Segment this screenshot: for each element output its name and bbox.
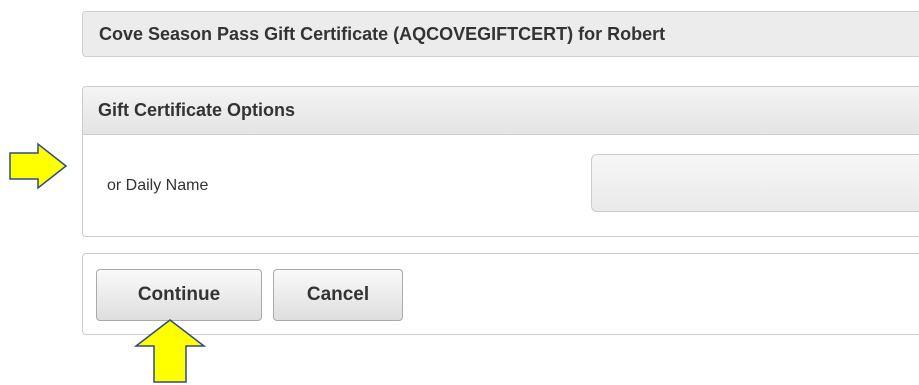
- page-title-bar: Cove Season Pass Gift Certificate (AQCOV…: [82, 11, 919, 57]
- cancel-button[interactable]: Cancel: [273, 269, 403, 321]
- gift-certificate-options-panel: Gift Certificate Options or Daily Name: [82, 86, 919, 237]
- page-title: Cove Season Pass Gift Certificate (AQCOV…: [99, 23, 666, 44]
- options-panel-title: Gift Certificate Options: [98, 100, 296, 120]
- options-panel-header: Gift Certificate Options: [83, 87, 919, 135]
- daily-name-label: or Daily Name: [107, 177, 209, 194]
- continue-button[interactable]: Continue: [96, 269, 262, 321]
- arrow-up-icon: [133, 319, 207, 383]
- page: Cove Season Pass Gift Certificate (AQCOV…: [0, 0, 919, 385]
- daily-name-input[interactable]: [591, 154, 919, 212]
- arrow-right-icon: [9, 142, 68, 190]
